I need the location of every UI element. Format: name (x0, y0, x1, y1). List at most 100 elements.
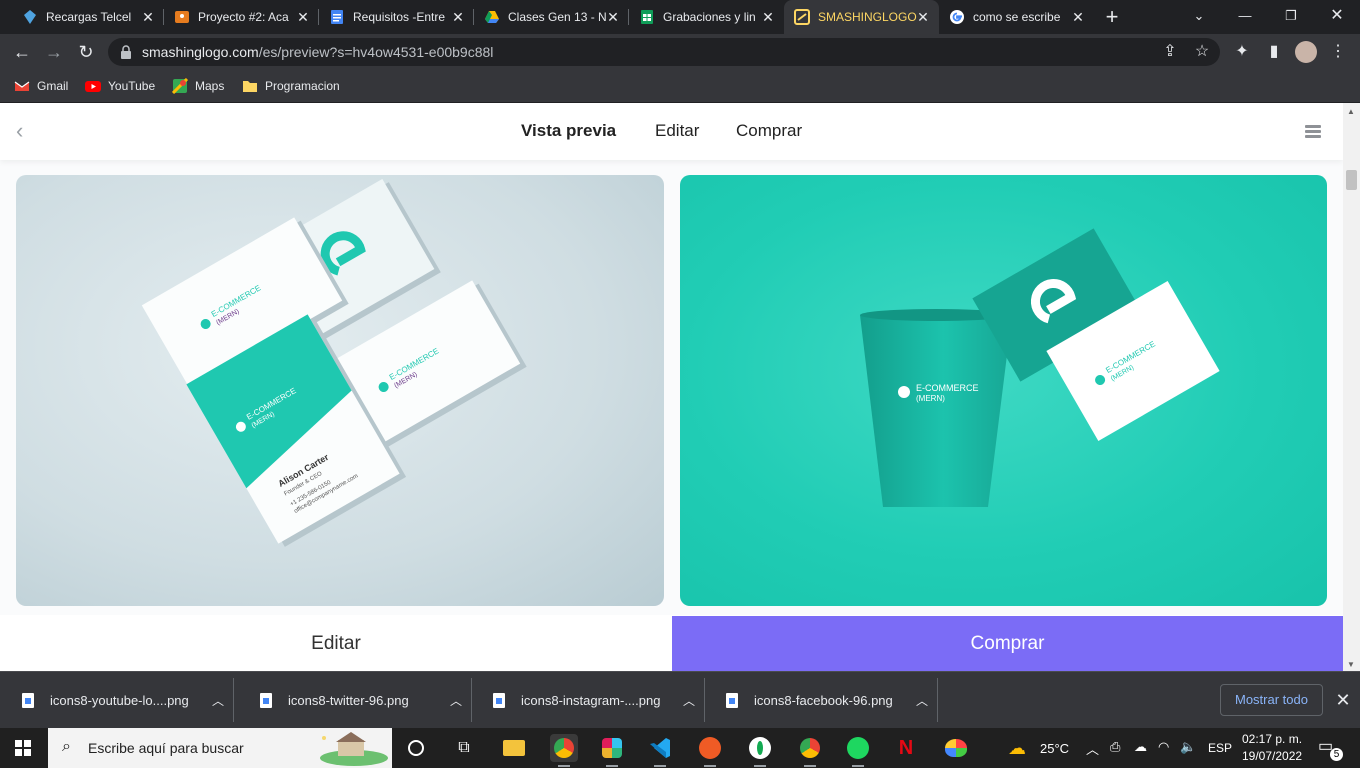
menu-kebab-icon[interactable]: ⋮ (1326, 40, 1350, 64)
tab-smashinglogo[interactable]: SMASHINGLOGO ✕ (784, 0, 939, 34)
side-panel-icon[interactable]: ▮ (1262, 40, 1286, 64)
weather-temperature[interactable]: 25°C (1040, 741, 1069, 756)
bookmark-star-icon[interactable]: ☆ (1190, 40, 1214, 64)
onedrive-icon[interactable]: ☁ (1134, 739, 1147, 755)
taskbar-search-box[interactable]: ⌕ Escribe aquí para buscar (48, 728, 392, 768)
chrome-icon[interactable] (550, 734, 578, 767)
share-icon[interactable]: ⇪ (1158, 40, 1182, 64)
tab-title: Clases Gen 13 - N (508, 10, 607, 24)
cup-illustration: E-COMMERCE (MERN) E-COMMERCE (MERN) (860, 228, 1220, 507)
reload-icon[interactable]: ↻ (74, 40, 98, 64)
paint-icon[interactable] (942, 734, 970, 762)
smashinglogo-icon (794, 9, 810, 25)
lock-icon (121, 45, 131, 59)
show-all-downloads-button[interactable]: Mostrar todo (1220, 684, 1323, 716)
windows-taskbar: ⌕ Escribe aquí para buscar ⧉ N ☁ 25°C ︿ … (0, 728, 1360, 768)
bookmark-maps[interactable]: Maps (172, 76, 224, 96)
bookmark-gmail[interactable]: Gmail (14, 76, 68, 96)
chevron-left-icon[interactable]: ‹ (16, 120, 36, 142)
chevron-up-icon[interactable]: ︿ (1086, 739, 1099, 758)
hamburger-menu-icon[interactable] (1305, 125, 1321, 139)
edit-button[interactable]: Editar (0, 616, 672, 671)
extensions-puzzle-icon[interactable]: ✦ (1230, 40, 1254, 64)
page-scrollbar[interactable]: ▲ ▼ (1343, 103, 1360, 671)
nav-buy[interactable]: Comprar (736, 121, 802, 141)
tab-title: Requisitos -Entre (353, 10, 446, 24)
close-icon[interactable]: ✕ (605, 9, 621, 25)
close-icon[interactable]: ✕ (140, 9, 156, 25)
buy-button[interactable]: Comprar (672, 616, 1343, 671)
forward-arrow-icon[interactable]: → (42, 40, 66, 64)
business-cards-illustration: E-COMMERCE (MERN) E-COMMERCE (MERN) E-CO… (141, 178, 527, 547)
tab-title: como se escribe (973, 10, 1061, 24)
scroll-up-arrow-icon[interactable]: ▲ (1347, 107, 1355, 116)
close-icon[interactable]: ✕ (1070, 9, 1086, 25)
volume-icon[interactable]: 🔈 (1180, 739, 1196, 755)
nav-preview[interactable]: Vista previa (521, 121, 616, 141)
wifi-icon[interactable]: ◠ (1158, 739, 1169, 755)
new-tab-button[interactable]: + (1100, 5, 1124, 29)
tab-recargas-telcel[interactable]: Recargas Telcel ✕ (12, 0, 164, 34)
file-icon (22, 692, 34, 708)
close-icon[interactable]: ✕ (915, 9, 931, 25)
mongodb-compass-icon[interactable] (746, 734, 774, 767)
scroll-down-arrow-icon[interactable]: ▼ (1347, 660, 1355, 669)
gmail-icon (14, 81, 30, 91)
bookmarks-bar: Gmail YouTube Maps Programacion (0, 70, 1360, 103)
tab-title: SMASHINGLOGO (818, 10, 917, 24)
profile-avatar[interactable] (1294, 40, 1318, 64)
nav-edit[interactable]: Editar (655, 121, 699, 141)
close-window-button[interactable]: ✕ (1314, 0, 1360, 34)
chevron-up-icon[interactable]: ︿ (450, 692, 462, 709)
chevron-up-icon[interactable]: ︿ (212, 692, 224, 709)
sheets-icon (641, 10, 653, 24)
file-icon (260, 692, 272, 708)
close-icon[interactable]: ✕ (450, 9, 466, 25)
clock-time[interactable]: 02:17 p. m. (1242, 732, 1302, 746)
tab-requisitos[interactable]: Requisitos -Entre ✕ (319, 0, 474, 34)
tab-clases-gen[interactable]: Clases Gen 13 - N ✕ (474, 0, 629, 34)
back-arrow-icon[interactable]: ← (10, 40, 34, 64)
close-icon[interactable]: ✕ (1333, 688, 1353, 712)
bookmark-folder-programacion[interactable]: Programacion (242, 76, 340, 96)
downloads-shelf: icons8-youtube-lo....png ︿ icons8-twitte… (0, 671, 1360, 728)
scrollbar-thumb[interactable] (1346, 170, 1357, 190)
weather-icon[interactable]: ☁ (1008, 738, 1026, 759)
download-item[interactable]: icons8-instagram-....png ︿ (471, 678, 705, 722)
url-text: smashinglogo.com/es/preview?s=hv4ow4531-… (142, 44, 494, 60)
task-view-icon[interactable]: ⧉ (450, 734, 478, 762)
folder-icon (243, 81, 257, 92)
postman-icon[interactable] (696, 734, 724, 767)
tab-google-search[interactable]: como se escribe ✕ (939, 0, 1094, 34)
restore-button[interactable]: ❐ (1268, 0, 1314, 34)
tab-title: Proyecto #2: Aca (198, 10, 289, 24)
bookmark-youtube[interactable]: YouTube (85, 76, 155, 96)
meet-now-icon[interactable]: ⎙ (1110, 739, 1120, 755)
action-bar: Editar Comprar (0, 615, 1343, 671)
language-indicator[interactable]: ESP (1208, 741, 1232, 755)
chrome-profile-icon[interactable] (796, 734, 824, 767)
chevron-up-icon[interactable]: ︿ (916, 692, 928, 709)
slack-icon[interactable] (598, 734, 626, 767)
netflix-icon[interactable]: N (892, 734, 920, 762)
chevron-up-icon[interactable]: ︿ (683, 692, 695, 709)
download-item[interactable]: icons8-twitter-96.png ︿ (238, 678, 472, 722)
drive-icon (485, 11, 499, 23)
minimize-button[interactable]: — (1222, 0, 1268, 34)
file-explorer-icon[interactable] (500, 734, 528, 762)
clock-date[interactable]: 19/07/2022 (1242, 749, 1302, 763)
spotify-icon[interactable] (844, 734, 872, 767)
vscode-icon[interactable] (646, 734, 674, 767)
close-icon[interactable]: ✕ (760, 9, 776, 25)
cortana-icon[interactable] (402, 734, 430, 762)
tab-proyecto[interactable]: Proyecto #2: Aca ✕ (164, 0, 319, 34)
tab-search-icon[interactable]: ⌄ (1176, 0, 1222, 34)
search-placeholder: Escribe aquí para buscar (88, 740, 244, 756)
business-cards-mockup: E-COMMERCE (MERN) E-COMMERCE (MERN) E-CO… (16, 175, 664, 606)
windows-start-icon[interactable] (15, 740, 31, 756)
tab-grabaciones[interactable]: Grabaciones y lin ✕ (629, 0, 784, 34)
close-icon[interactable]: ✕ (295, 9, 311, 25)
download-item[interactable]: icons8-facebook-96.png ︿ (704, 678, 938, 722)
address-bar[interactable]: smashinglogo.com/es/preview?s=hv4ow4531-… (108, 38, 1220, 66)
download-item[interactable]: icons8-youtube-lo....png ︿ (0, 678, 234, 722)
